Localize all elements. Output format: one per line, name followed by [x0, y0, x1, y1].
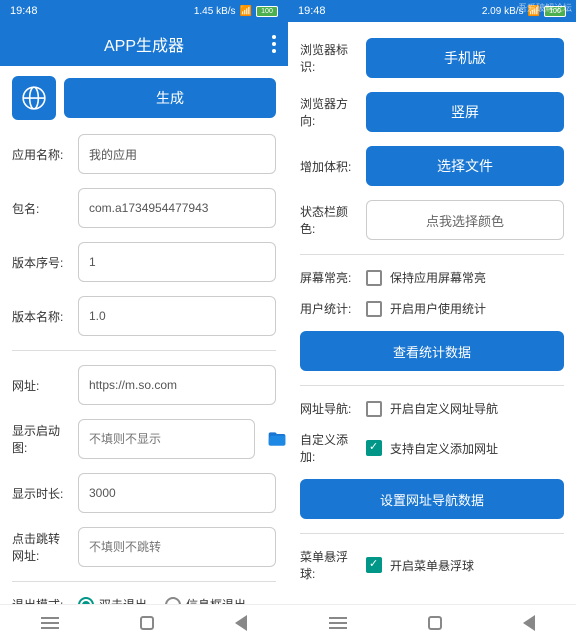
globe-icon[interactable] [12, 76, 56, 120]
url-input[interactable] [78, 365, 276, 405]
view-stats-button[interactable]: 查看统计数据 [300, 331, 564, 371]
version-name-label: 版本名称: [12, 308, 70, 325]
radio-icon [165, 597, 181, 605]
battery-icon: 100 [256, 6, 278, 17]
divider [12, 581, 276, 582]
userstat-label: 用户统计: [300, 300, 358, 317]
divider [12, 350, 276, 351]
nav-menu-icon[interactable] [41, 622, 59, 624]
browser-id-label: 浏览器标识: [300, 41, 358, 75]
package-label: 包名: [12, 200, 70, 217]
screen-left: 19:48 1.45 kB/s 📶 100 APP生成器 生成 应用名称: 包名… [0, 0, 288, 640]
nav-back-icon[interactable] [523, 615, 535, 631]
menufloat-label: 菜单悬浮球: [300, 548, 358, 582]
checkbox-icon [366, 557, 382, 573]
divider [300, 254, 564, 255]
url-label: 网址: [12, 377, 70, 394]
orientation-label: 浏览器方向: [300, 95, 358, 129]
app-header: APP生成器 [0, 22, 288, 66]
divider [300, 533, 564, 534]
radio-double-exit[interactable]: 双击退出 [78, 596, 147, 604]
userstat-checkbox[interactable]: 开启用户使用统计 [366, 300, 564, 317]
keepscreen-label: 屏幕常亮: [300, 269, 358, 286]
checkbox-icon [366, 301, 382, 317]
nav-bar [288, 604, 576, 640]
checkbox-icon [366, 440, 382, 456]
browser-id-button[interactable]: 手机版 [366, 38, 564, 78]
divider [300, 385, 564, 386]
click-jump-label: 点击跳转网址: [12, 530, 70, 564]
splash-label: 显示启动图: [12, 422, 70, 456]
splash-input[interactable] [78, 419, 255, 459]
urlnav-checkbox[interactable]: 开启自定义网址导航 [366, 400, 564, 417]
statusbar-label: 状态栏颜色: [300, 203, 358, 237]
nav-home-icon[interactable] [428, 616, 442, 630]
duration-label: 显示时长: [12, 485, 70, 502]
nav-menu-icon[interactable] [329, 622, 347, 624]
app-name-input[interactable] [78, 134, 276, 174]
version-code-input[interactable] [78, 242, 276, 282]
statusbar-color-button[interactable]: 点我选择颜色 [366, 200, 564, 240]
status-time: 19:48 [10, 5, 38, 17]
radio-dialog-exit[interactable]: 信息框退出 [165, 596, 246, 604]
radio-icon [78, 597, 94, 605]
duration-input[interactable] [78, 473, 276, 513]
nav-bar [0, 604, 288, 640]
version-name-input[interactable] [78, 296, 276, 336]
menufloat-checkbox[interactable]: 开启菜单悬浮球 [366, 557, 564, 574]
exit-mode-label: 退出模式: [12, 596, 70, 604]
screen-right: 19:48 2.09 kB/s 📶 100 吾爱破解论坛 浏览器标识: 手机版 … [288, 0, 576, 640]
form-content: 生成 应用名称: 包名: 版本序号: 版本名称: 网址: 显示启动图: [0, 66, 288, 604]
urlnav-label: 网址导航: [300, 400, 358, 417]
checkbox-icon [366, 270, 382, 286]
keepscreen-checkbox[interactable]: 保持应用屏幕常亮 [366, 269, 564, 286]
package-input[interactable] [78, 188, 276, 228]
status-time: 19:48 [298, 5, 326, 17]
page-title: APP生成器 [104, 32, 184, 56]
volume-label: 增加体积: [300, 158, 358, 175]
watermark: 吾爱破解论坛 [514, 0, 576, 15]
app-name-label: 应用名称: [12, 146, 70, 163]
nav-back-icon[interactable] [235, 615, 247, 631]
folder-icon[interactable] [263, 425, 288, 453]
customadd-checkbox[interactable]: 支持自定义添加网址 [366, 440, 564, 457]
form-content: 浏览器标识: 手机版 浏览器方向: 竖屏 增加体积: 选择文件 状态栏颜色: 点… [288, 22, 576, 604]
menu-icon[interactable] [272, 35, 276, 53]
select-file-button[interactable]: 选择文件 [366, 146, 564, 186]
status-bar: 19:48 1.45 kB/s 📶 100 [0, 0, 288, 22]
version-code-label: 版本序号: [12, 254, 70, 271]
checkbox-icon [366, 401, 382, 417]
customadd-label: 自定义添加: [300, 431, 358, 465]
orientation-button[interactable]: 竖屏 [366, 92, 564, 132]
generate-button[interactable]: 生成 [64, 78, 276, 118]
click-jump-input[interactable] [78, 527, 276, 567]
set-nav-data-button[interactable]: 设置网址导航数据 [300, 479, 564, 519]
status-icons: 1.45 kB/s 📶 100 [194, 6, 278, 17]
status-bar: 19:48 2.09 kB/s 📶 100 吾爱破解论坛 [288, 0, 576, 22]
nav-home-icon[interactable] [140, 616, 154, 630]
